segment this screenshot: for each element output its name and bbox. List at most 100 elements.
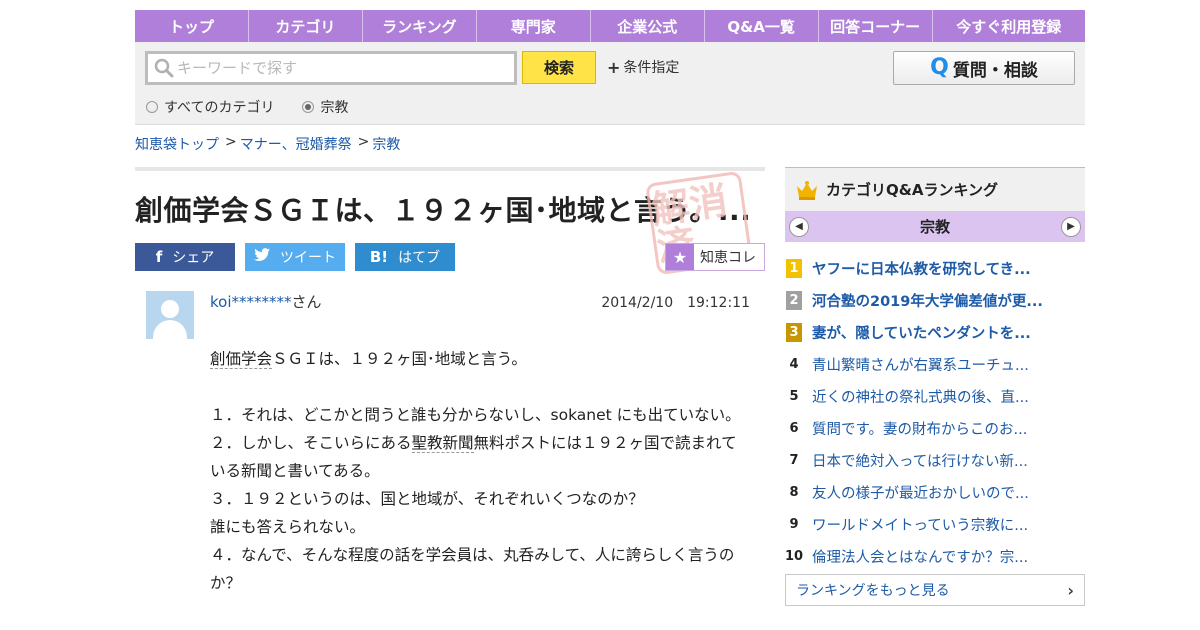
breadcrumb: 知恵袋トップ > マナー、冠婚葬祭 > 宗教 [135,134,400,154]
page: トップ カテゴリ ランキング 専門家 企業公式 Q&A一覧 回答コーナー 今すぐ… [135,10,1085,606]
ranking-item[interactable]: 10 倫理法人会とはなんですか？宗... [785,540,1085,572]
ranking-link[interactable]: ワールドメイトっていう宗教に... [812,514,1028,535]
facebook-icon: f [155,248,163,266]
nav-official[interactable]: 企業公式 [591,10,705,42]
asker-name: koi********さん [210,291,322,312]
save-collection-label: 知恵コレ [700,250,756,266]
search-input[interactable] [177,59,497,77]
nav-answer-corner[interactable]: 回答コーナー [819,10,933,42]
rank-number: 8 [789,484,799,500]
ranking-item[interactable]: 5 近くの神社の祭礼式典の後、直... [785,380,1085,412]
rank-badge: 3 [786,322,802,342]
ranking-item[interactable]: 4 青山繁晴さんが右翼系ユーチュ... [785,348,1085,380]
next-category-button[interactable]: ▶ [1060,216,1081,237]
ask-question-label: 質問・相談 [952,60,1038,81]
radio-current-category[interactable]: 宗教 [302,97,348,117]
nav-ranking[interactable]: ランキング [363,10,477,42]
breadcrumb-top[interactable]: 知恵袋トップ [135,134,219,154]
radio-dot [146,101,158,113]
nav-top[interactable]: トップ [135,10,249,42]
breadcrumb-sep: > [357,134,370,150]
global-nav: トップ カテゴリ ランキング 専門家 企業公式 Q&A一覧 回答コーナー 今すぐ… [135,10,1085,42]
tweet-label: ツイート [280,250,336,266]
ranking-link[interactable]: 河合塾の2019年大学偏差値が更... [812,290,1043,311]
search-button[interactable]: 検索 [522,51,596,84]
ranking-sidebar: カテゴリQ&Aランキング ◀ 宗教 ▶ 1 ヤフーに日本仏教を研究してき... 2… [785,167,1085,606]
search-box[interactable] [145,51,517,85]
breadcrumb-manners[interactable]: マナー、冠婚葬祭 [240,134,352,154]
ranking-link[interactable]: 妻が、隠していたペンダントを... [812,322,1031,343]
rank-number: 7 [789,452,799,468]
ranking-link[interactable]: 友人の様子が最近おかしいので... [812,482,1029,503]
facebook-share-button[interactable]: f シェア [135,243,235,271]
rank-number: 5 [789,388,799,404]
ranking-item[interactable]: 3 妻が、隠していたペンダントを... [785,316,1085,348]
body-line-1: 創価学会ＳＧＩは、１９２ヶ国･地域と言う。 [210,350,527,369]
ranking-item[interactable]: 9 ワールドメイトっていう宗教に... [785,508,1085,540]
rank-badge: 2 [786,290,802,310]
avatar [146,291,194,339]
nav-category[interactable]: カテゴリ [249,10,363,42]
asker-link[interactable]: koi******** [210,293,292,311]
ranking-link[interactable]: 近くの神社の祭礼式典の後、直... [812,386,1029,407]
ranking-item[interactable]: 8 友人の様子が最近おかしいので... [785,476,1085,508]
more-ranking-link[interactable]: ランキングをもっと見る › [785,574,1085,606]
body-line-3: ２．しかし、そこいらにある聖教新聞無料ポストには１９２ヶ国で読まれている新聞と書… [210,434,737,480]
tweet-button[interactable]: ツイート [245,243,345,271]
nav-experts[interactable]: 専門家 [477,10,591,42]
rank-number: 4 [789,356,799,372]
keyword-link[interactable]: 聖教新聞 [411,434,474,453]
search-panel: 検索 + 条件指定 Q 質問・相談 すべてのカテゴリ 宗教 [135,42,1085,125]
rank-number: 9 [789,516,799,532]
body-line-2: １．それは、どこかと問うと誰も分からないし、sokanet にも出ていない。 [210,406,741,424]
more-ranking-label: ランキングをもっと見る [796,583,950,599]
radio-all-label: すべてのカテゴリ [164,100,275,116]
hatena-label: はてブ [398,250,441,266]
body-line-6: ４．なんで、そんな程度の話を学会員は、丸呑みして、人に誇らしく言うのか？ [210,546,735,592]
q-icon: Q [930,55,949,80]
radio-all-categories[interactable]: すべてのカテゴリ [146,97,274,117]
ranking-link[interactable]: ヤフーに日本仏教を研究してき... [812,258,1031,279]
save-collection-button[interactable]: ★ 知恵コレ [665,243,765,271]
keyword-link[interactable]: 創価学会 [210,350,273,369]
breadcrumb-sep: > [225,134,237,150]
body-line-4: ３．１９２というのは、国と地域が、それぞれいくつなのか？ [210,490,644,508]
post-date: 2014/2/10 19:12:11 [601,295,750,311]
nav-register[interactable]: 今すぐ利用登録 [933,10,1085,42]
ranking-item[interactable]: 6 質問です。妻の財布からこのお... [785,412,1085,444]
hatena-bookmark-button[interactable]: B! はてブ [355,243,455,271]
search-icon [151,55,177,81]
rank-badge: 1 [786,258,802,278]
prev-category-button[interactable]: ◀ [789,216,809,237]
ranking-title: カテゴリQ&Aランキング [826,181,998,199]
crown-icon [795,180,819,200]
breadcrumb-religion[interactable]: 宗教 [372,134,400,154]
conditions-label: 条件指定 [623,60,680,76]
chevron-right-icon: › [1067,580,1074,600]
star-icon: ★ [666,244,694,270]
ranking-list: 1 ヤフーに日本仏教を研究してき... 2 河合塾の2019年大学偏差値が更... … [785,252,1085,572]
category-scope: すべてのカテゴリ 宗教 [146,97,376,117]
plus-icon: + [607,57,621,77]
ranking-link[interactable]: 青山繁晴さんが右翼系ユーチュ... [812,354,1029,375]
share-row: f シェア ツイート B! はてブ ★ 知恵コレ [135,243,765,271]
body-line-5: 誰にも答えられない。 [210,518,366,536]
question-body: 創価学会ＳＧＩは、１９２ヶ国･地域と言う。 １．それは、どこかと問うと誰も分から… [210,345,745,597]
ranking-item[interactable]: 1 ヤフーに日本仏教を研究してき... [785,252,1085,284]
ranking-header: カテゴリQ&Aランキング [785,167,1085,211]
rank-number: 6 [789,420,799,436]
ranking-link[interactable]: 質問です。妻の財布からこのお... [812,418,1027,439]
ranking-item[interactable]: 2 河合塾の2019年大学偏差値が更... [785,284,1085,316]
category-switcher: ◀ 宗教 ▶ [785,211,1085,242]
radio-current-label: 宗教 [320,100,349,116]
ranking-link[interactable]: 倫理法人会とはなんですか？宗... [812,546,1028,567]
ask-question-button[interactable]: Q 質問・相談 [893,51,1075,85]
divider [135,167,765,171]
ranking-link[interactable]: 日本で絶対入っては行けない新... [812,450,1028,471]
conditions-link[interactable]: + 条件指定 [607,57,679,77]
nav-qa-list[interactable]: Q&A一覧 [705,10,819,42]
hatena-icon: B! [369,248,389,266]
rank-number: 10 [784,548,804,564]
ranking-item[interactable]: 7 日本で絶対入っては行けない新... [785,444,1085,476]
asker-suffix: さん [291,293,322,311]
